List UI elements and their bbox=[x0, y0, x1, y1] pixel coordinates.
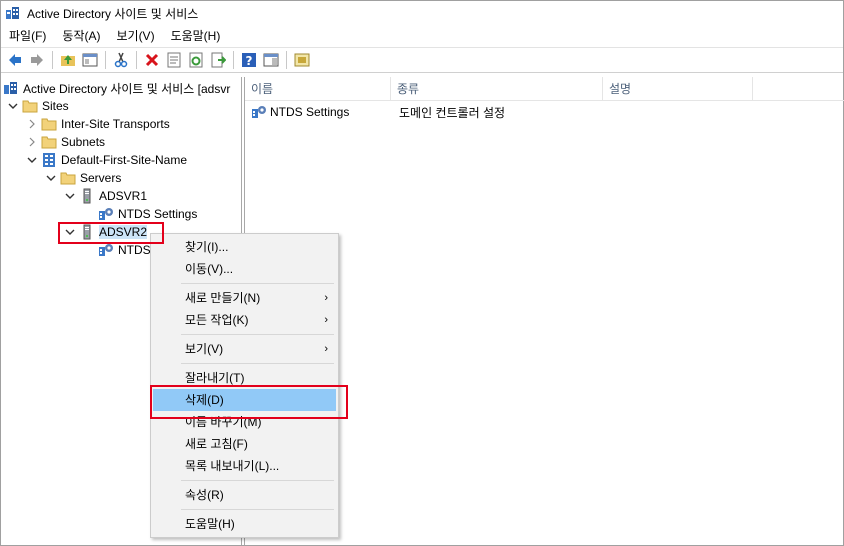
forward-icon[interactable] bbox=[26, 49, 48, 71]
menu-item-new[interactable]: 새로 만들기(N) › bbox=[153, 287, 336, 309]
chevron-right-icon[interactable] bbox=[26, 136, 38, 148]
ntds-settings-icon bbox=[251, 104, 267, 120]
tree-node-root[interactable]: Active Directory 사이트 및 서비스 [adsvr bbox=[3, 79, 230, 97]
ntds-settings-icon bbox=[98, 242, 114, 258]
tree-node-default-first-site[interactable]: Default-First-Site-Name bbox=[26, 151, 187, 169]
show-hide-tree-icon[interactable] bbox=[79, 49, 101, 71]
toolbar-separator bbox=[105, 51, 106, 69]
menu-item-all-tasks[interactable]: 모든 작업(K) › bbox=[153, 309, 336, 331]
menu-separator bbox=[181, 283, 334, 284]
tree-label: Active Directory 사이트 및 서비스 [adsvr bbox=[23, 81, 231, 96]
properties-icon[interactable] bbox=[163, 49, 185, 71]
server-icon bbox=[79, 188, 95, 204]
folder-icon bbox=[41, 134, 57, 150]
column-header-type[interactable]: 종류 bbox=[391, 77, 603, 101]
export-list-icon[interactable] bbox=[207, 49, 229, 71]
tree-label: ADSVR1 bbox=[99, 189, 148, 203]
chevron-down-icon[interactable] bbox=[45, 172, 57, 184]
new-site-icon[interactable] bbox=[291, 49, 313, 71]
refresh-icon[interactable] bbox=[185, 49, 207, 71]
menu-item-label: 보기(V) bbox=[185, 342, 224, 356]
chevron-down-icon[interactable] bbox=[7, 100, 19, 112]
folder-icon bbox=[22, 98, 38, 114]
menu-item-export-list[interactable]: 목록 내보내기(L)... bbox=[153, 455, 336, 477]
svg-text:?: ? bbox=[246, 54, 253, 68]
cut-icon[interactable] bbox=[110, 49, 132, 71]
help-icon[interactable]: ? bbox=[238, 49, 260, 71]
ntds-settings-icon bbox=[98, 206, 114, 222]
submenu-arrow-icon: › bbox=[324, 343, 328, 355]
menu-separator bbox=[181, 334, 334, 335]
toolbar-separator bbox=[233, 51, 234, 69]
tree-label: Default-First-Site-Name bbox=[61, 153, 188, 167]
column-header-name[interactable]: 이름 bbox=[245, 77, 391, 101]
back-icon[interactable] bbox=[4, 49, 26, 71]
annotation-box-delete bbox=[150, 385, 348, 419]
tree-label: NTDS Settings bbox=[118, 207, 198, 221]
menu-item-properties[interactable]: 속성(R) bbox=[153, 484, 336, 506]
up-folder-icon[interactable] bbox=[57, 49, 79, 71]
tree-node-subnets[interactable]: Subnets bbox=[26, 133, 105, 151]
menu-view[interactable]: 보기(V) bbox=[108, 25, 162, 47]
chevron-right-icon[interactable] bbox=[26, 118, 38, 130]
mmc-window: Active Directory 사이트 및 서비스 파일(F) 동작(A) 보… bbox=[0, 0, 844, 546]
tree-label: Inter-Site Transports bbox=[61, 117, 170, 131]
site-icon bbox=[41, 152, 57, 168]
menu-separator bbox=[181, 363, 334, 364]
menu-item-refresh[interactable]: 새로 고침(F) bbox=[153, 433, 336, 455]
list-cell-name: NTDS Settings bbox=[251, 104, 397, 120]
ad-sites-app-icon bbox=[5, 5, 21, 21]
tree-node-adsvr1[interactable]: ADSVR1 bbox=[64, 187, 147, 205]
menu-item-label: 모든 작업(K) bbox=[185, 313, 249, 327]
chevron-down-icon[interactable] bbox=[64, 190, 76, 202]
chevron-down-icon[interactable] bbox=[26, 154, 38, 166]
delete-icon[interactable] bbox=[141, 49, 163, 71]
list-item-type: 도메인 컨트롤러 설정 bbox=[399, 105, 506, 120]
toolbar-separator bbox=[52, 51, 53, 69]
list-header: 이름 종류 설명 bbox=[245, 77, 844, 101]
tree-node-servers[interactable]: Servers bbox=[45, 169, 121, 187]
annotation-box-adsvr2 bbox=[58, 222, 164, 244]
toolbar-separator bbox=[286, 51, 287, 69]
list-item[interactable]: NTDS Settings 도메인 컨트롤러 설정 bbox=[251, 103, 505, 121]
menu-file[interactable]: 파일(F) bbox=[1, 25, 54, 47]
window-title: Active Directory 사이트 및 서비스 bbox=[27, 6, 199, 21]
tree-node-sites[interactable]: Sites bbox=[7, 97, 69, 115]
toolbar-separator bbox=[136, 51, 137, 69]
tree-node-inter-site-transports[interactable]: Inter-Site Transports bbox=[26, 115, 170, 133]
title-bar: Active Directory 사이트 및 서비스 bbox=[1, 1, 843, 25]
menu-item-move[interactable]: 이동(V)... bbox=[153, 258, 336, 280]
menu-action[interactable]: 동작(A) bbox=[54, 25, 108, 47]
ad-sites-icon bbox=[3, 80, 19, 96]
submenu-arrow-icon: › bbox=[324, 314, 328, 326]
menu-separator bbox=[181, 509, 334, 510]
menu-item-help[interactable]: 도움말(H) bbox=[153, 513, 336, 535]
action-pane-icon[interactable] bbox=[260, 49, 282, 71]
toolbar: ? bbox=[1, 47, 843, 73]
folder-icon bbox=[60, 170, 76, 186]
menu-item-view[interactable]: 보기(V) › bbox=[153, 338, 336, 360]
menu-item-find[interactable]: 찾기(I)... bbox=[153, 236, 336, 258]
tree-node-adsvr1-ntds[interactable]: NTDS Settings bbox=[98, 205, 197, 223]
menu-bar: 파일(F) 동작(A) 보기(V) 도움말(H) bbox=[1, 25, 843, 47]
list-item-name: NTDS Settings bbox=[270, 105, 350, 119]
tree-label: Servers bbox=[80, 171, 122, 185]
tree-label: Subnets bbox=[61, 135, 106, 149]
menu-item-label: 새로 만들기(N) bbox=[185, 291, 261, 305]
folder-icon bbox=[41, 116, 57, 132]
tree-label: Sites bbox=[42, 99, 69, 113]
menu-separator bbox=[181, 480, 334, 481]
submenu-arrow-icon: › bbox=[324, 292, 328, 304]
menu-help[interactable]: 도움말(H) bbox=[163, 25, 229, 47]
column-header-description[interactable]: 설명 bbox=[603, 77, 753, 101]
